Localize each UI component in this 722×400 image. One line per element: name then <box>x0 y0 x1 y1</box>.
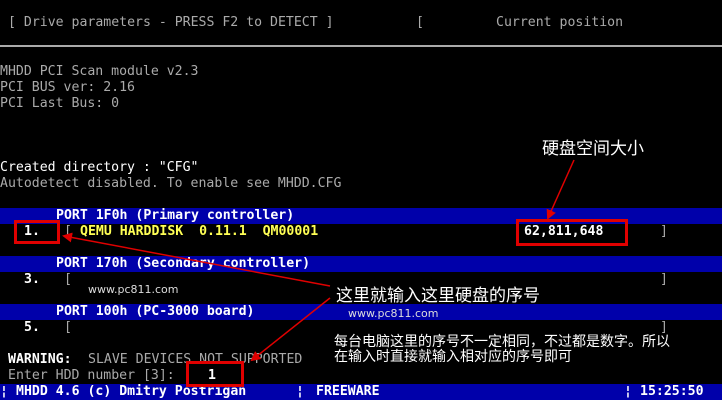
bracket-close: ] <box>660 272 668 287</box>
status-separator: ¦ <box>296 384 304 399</box>
port-number[interactable]: 3. <box>24 272 40 288</box>
bracket-open: [ <box>64 224 72 239</box>
status-separator: ¦ <box>0 384 8 399</box>
input-highlight-box <box>186 361 244 387</box>
input-annotation: 这里就输入这里硬盘的序号 <box>336 286 540 306</box>
bracket-open: [ <box>64 320 72 335</box>
port-number[interactable]: 5. <box>24 320 40 336</box>
size-highlight-box <box>516 219 628 246</box>
header-divider <box>0 45 722 47</box>
log-line: PCI Last Bus: 0 <box>0 96 120 111</box>
status-separator: ¦ <box>624 384 632 399</box>
bracket-open: [ <box>64 272 72 287</box>
port-title: PORT 100h (PC-3000 board) <box>56 304 255 319</box>
hdd-number-prompt: Enter HDD number [3]: <box>8 368 175 383</box>
size-annotation: 硬盘空间大小 <box>542 139 644 159</box>
explanation-line: 在输入时直接就输入相对应的序号即可 <box>334 349 572 365</box>
warning-label: WARNING: <box>8 352 72 367</box>
log-line: Autodetect disabled. To enable see MHDD.… <box>0 176 342 191</box>
status-clock: 15:25:50 <box>640 384 704 399</box>
watermark: www.pc811.com <box>88 283 179 296</box>
drive-parameters-header: [ Drive parameters - PRESS F2 to DETECT … <box>8 15 334 30</box>
log-line: MHDD PCI Scan module v2.3 <box>0 64 199 79</box>
log-line: PCI BUS ver: 2.16 <box>0 80 135 95</box>
port-title: PORT 1F0h (Primary controller) <box>56 208 295 223</box>
header-bracket: [ <box>416 15 424 30</box>
port-title: PORT 170h (Secondary controller) <box>56 256 311 271</box>
port-number-highlight-box <box>14 220 60 244</box>
bracket-close: ] <box>660 224 668 239</box>
status-edition: FREEWARE <box>316 384 380 399</box>
watermark: www.pc811.com <box>348 307 439 320</box>
current-position-header: Current position <box>496 15 624 30</box>
device-name: QEMU HARDDISK 0.11.1 QM00001 <box>80 224 319 239</box>
log-line: Created directory : "CFG" <box>0 160 199 175</box>
